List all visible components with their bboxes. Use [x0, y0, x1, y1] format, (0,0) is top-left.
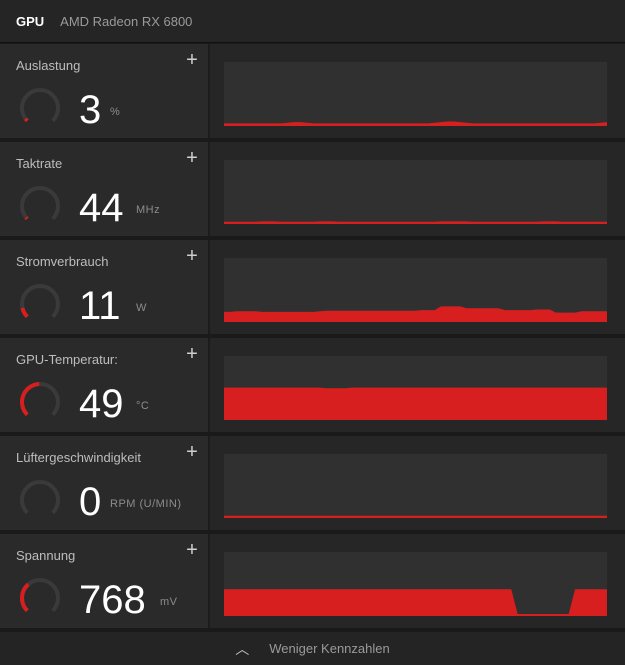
metric-unit: RPM (U/MIN)	[110, 498, 182, 510]
fewer-metrics-button[interactable]: ︿ Weniger Kennzahlen	[0, 632, 625, 665]
plus-icon[interactable]: +	[182, 344, 202, 364]
metric-graph-panel	[210, 338, 625, 432]
metric-value: 0	[79, 480, 102, 524]
metric-panel: Lüftergeschwindigkeit + 0 RPM (U/MIN)	[0, 436, 208, 530]
metric-row-voltage: Spannung + 768 mV	[0, 534, 625, 628]
metric-graph-panel	[210, 436, 625, 530]
metric-label: Spannung	[16, 548, 76, 563]
metric-graph-panel	[210, 44, 625, 138]
history-area	[224, 306, 607, 322]
gauge-icon	[20, 578, 60, 613]
gauge-fill	[20, 382, 40, 417]
metric-unit: MHz	[136, 204, 161, 216]
plus-icon[interactable]: +	[182, 442, 202, 462]
metric-history-graph	[224, 258, 607, 322]
metric-unit: mV	[160, 596, 178, 608]
metric-graph-panel	[210, 240, 625, 334]
metric-unit: °C	[136, 400, 150, 412]
metric-label: Stromverbrauch	[16, 254, 109, 269]
gauge-icon	[20, 186, 60, 221]
gpu-model-name: AMD Radeon RX 6800	[60, 13, 193, 29]
history-area	[224, 121, 607, 126]
metric-value: 3	[79, 88, 102, 132]
metric-panel: Spannung + 768 mV	[0, 534, 208, 628]
metric-value: 768	[79, 578, 146, 622]
metric-graph-panel	[210, 142, 625, 236]
gauge-icon	[20, 88, 60, 123]
metric-history-graph	[224, 454, 607, 518]
metric-unit: W	[136, 302, 147, 314]
metric-row-clock: Taktrate + 44 MHz	[0, 142, 625, 236]
plus-icon[interactable]: +	[182, 246, 202, 266]
metric-unit: %	[110, 106, 121, 118]
metric-panel: Stromverbrauch + 11 W	[0, 240, 208, 334]
gauge-fill	[24, 117, 29, 123]
metric-row-usage: Auslastung + 3 %	[0, 44, 625, 138]
metric-panel: Auslastung + 3 %	[0, 44, 208, 138]
metric-history-graph	[224, 356, 607, 420]
history-area	[224, 221, 607, 224]
metric-label: GPU-Temperatur:	[16, 352, 118, 367]
gauge-icon	[20, 382, 60, 417]
gauge-icon	[20, 284, 60, 319]
history-area	[224, 515, 607, 518]
history-area	[224, 589, 607, 616]
metric-value: 44	[79, 186, 124, 230]
history-area	[224, 387, 607, 420]
plus-icon[interactable]: +	[182, 50, 202, 70]
metric-panel: GPU-Temperatur: + 49 °C	[0, 338, 208, 432]
gauge-fill	[24, 216, 29, 221]
metric-graph-panel	[210, 534, 625, 628]
gpu-header: GPU AMD Radeon RX 6800	[0, 0, 625, 43]
metric-row-temperature: GPU-Temperatur: + 49 °C	[0, 338, 625, 432]
metric-row-fan-speed: Lüftergeschwindigkeit + 0 RPM (U/MIN)	[0, 436, 625, 530]
gauge-fill	[20, 582, 30, 613]
plus-icon[interactable]: +	[182, 540, 202, 560]
metric-panel: Taktrate + 44 MHz	[0, 142, 208, 236]
chevron-up-icon: ︿	[235, 640, 250, 657]
gauge-fill	[20, 307, 29, 319]
metric-label: Taktrate	[16, 156, 63, 171]
metric-history-graph	[224, 160, 607, 224]
metric-history-graph	[224, 552, 607, 616]
fewer-metrics-label: Weniger Kennzahlen	[269, 641, 390, 656]
plus-icon[interactable]: +	[182, 148, 202, 168]
metric-row-power: Stromverbrauch + 11 W	[0, 240, 625, 334]
metric-label: Auslastung	[16, 58, 81, 73]
gauge-icon	[20, 480, 60, 515]
gpu-tab-label[interactable]: GPU	[16, 14, 44, 29]
metric-history-graph	[224, 62, 607, 126]
metric-value: 49	[79, 382, 124, 426]
metric-value: 11	[79, 284, 121, 328]
metric-label: Lüftergeschwindigkeit	[16, 450, 142, 465]
